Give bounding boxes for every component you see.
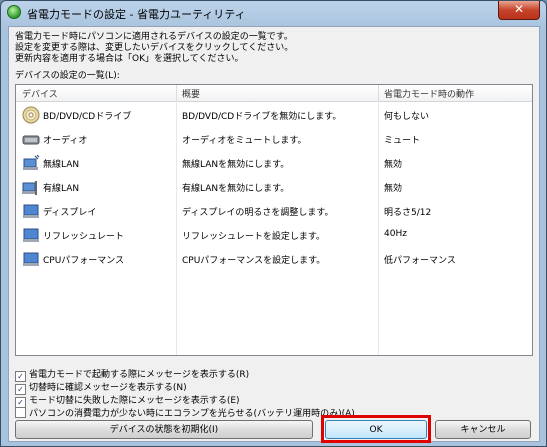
table-row[interactable]: BD/DVD/CDドライブ BD/DVD/CDドライブを無効にします。 何もしな…	[16, 103, 532, 127]
table-row[interactable]: 無線LAN 無線LANを無効にします。 無効	[16, 151, 532, 175]
device-summary: リフレッシュレートを設定します。	[182, 232, 325, 242]
device-summary: 無線LANを無効にします。	[182, 160, 290, 170]
device-list[interactable]: デバイス 概要 省電力モード時の動作 BD/DVD/CDドライブ BD/DVD/…	[15, 84, 533, 356]
wired-lan-icon	[22, 181, 37, 195]
device-name: 無線LAN	[43, 160, 80, 170]
checkbox-label: モード切替に失敗した際にメッセージを表示する(E)	[29, 396, 240, 406]
list-header: デバイス 概要 省電力モード時の動作	[16, 85, 532, 102]
table-row[interactable]: オーディオ オーディオをミュートします。 ミュート	[16, 127, 532, 151]
column-divider[interactable]	[176, 85, 177, 101]
device-list-label: デバイスの設定の一覧(L):	[15, 71, 120, 81]
refresh-rate-icon	[23, 228, 39, 242]
device-action: 40Hz	[384, 229, 407, 239]
device-summary: BD/DVD/CDドライブを無効にします。	[182, 112, 342, 122]
ok-button[interactable]: OK	[325, 420, 427, 439]
table-row[interactable]: CPUパフォーマンス CPUパフォーマンスを設定します。 低パフォーマンス	[16, 247, 532, 271]
column-header-summary[interactable]: 概要	[182, 87, 200, 100]
checkbox-label: パソコンの消費電力が少ない時にエコランプを光らせる(バッテリ運用時のみ)(A)	[29, 409, 355, 419]
checkbox-label: 省電力モードで起動する際にメッセージを表示する(R)	[29, 370, 250, 380]
window-title: 省電力モードの設定 - 省電力ユーティリティ	[27, 8, 246, 21]
device-summary: ディスプレイの明るさを調整します。	[182, 208, 334, 218]
wireless-lan-icon	[23, 154, 40, 170]
title-bar[interactable]: 省電力モードの設定 - 省電力ユーティリティ ✕	[1, 1, 546, 25]
table-row[interactable]: ディスプレイ ディスプレイの明るさを調整します。 明るさ5/12	[16, 199, 532, 223]
checkbox-label: 切替時に確認メッセージを表示する(N)	[29, 383, 187, 393]
device-name: CPUパフォーマンス	[43, 256, 125, 266]
table-row[interactable]: 有線LAN 有線LANを無効にします。 無効	[16, 175, 532, 199]
device-name: リフレッシュレート	[43, 232, 124, 242]
device-name: ディスプレイ	[43, 208, 97, 218]
column-divider[interactable]	[378, 85, 379, 101]
column-header-device[interactable]: デバイス	[22, 87, 58, 100]
cd-drive-icon	[22, 106, 40, 124]
device-action: ミュート	[384, 136, 421, 146]
device-action: 何もしない	[384, 112, 430, 122]
table-row[interactable]: リフレッシュレート リフレッシュレートを設定します。 40Hz	[16, 223, 532, 247]
close-button[interactable]: ✕	[498, 1, 540, 20]
cancel-button[interactable]: キャンセル	[435, 420, 531, 439]
description-text: 省電力モード時にパソコンに適用されるデバイスの設定の一覧です。 設定を変更する際…	[15, 32, 293, 65]
reset-devices-button[interactable]: デバイスの状態を初期化(I)	[15, 420, 313, 439]
device-summary: オーディオをミュートします。	[182, 136, 307, 146]
device-name: 有線LAN	[43, 184, 80, 194]
checkbox-eco-lamp[interactable]: パソコンの消費電力が少ない時にエコランプを光らせる(バッテリ運用時のみ)(A)	[15, 406, 355, 419]
audio-icon	[22, 135, 40, 145]
checkbox[interactable]	[15, 407, 26, 418]
column-header-action[interactable]: 省電力モード時の動作	[384, 87, 474, 100]
description-line: 設定を変更する際は、変更したいデバイスをクリックしてください。	[15, 43, 294, 53]
description-line: 省電力モード時にパソコンに適用されるデバイスの設定の一覧です。	[15, 32, 293, 42]
cpu-icon	[23, 252, 39, 266]
display-icon	[23, 204, 39, 218]
device-summary: 有線LANを無効にします。	[182, 184, 290, 194]
device-summary: CPUパフォーマンスを設定します。	[182, 256, 326, 266]
device-action: 無効	[384, 184, 403, 194]
device-action: 明るさ5/12	[384, 208, 432, 218]
device-name: BD/DVD/CDドライブ	[43, 112, 132, 122]
dialog-window: 省電力モードの設定 - 省電力ユーティリティ ✕ 省電力モード時にパソコンに適用…	[0, 0, 547, 447]
app-icon	[7, 5, 21, 19]
dialog-body: 省電力モード時にパソコンに適用されるデバイスの設定の一覧です。 設定を変更する際…	[8, 26, 540, 443]
device-action: 低パフォーマンス	[384, 256, 456, 266]
device-action: 無効	[384, 160, 403, 170]
description-line: 更新内容を適用する場合は「OK」を選択してください。	[15, 54, 244, 64]
device-name: オーディオ	[43, 136, 88, 146]
